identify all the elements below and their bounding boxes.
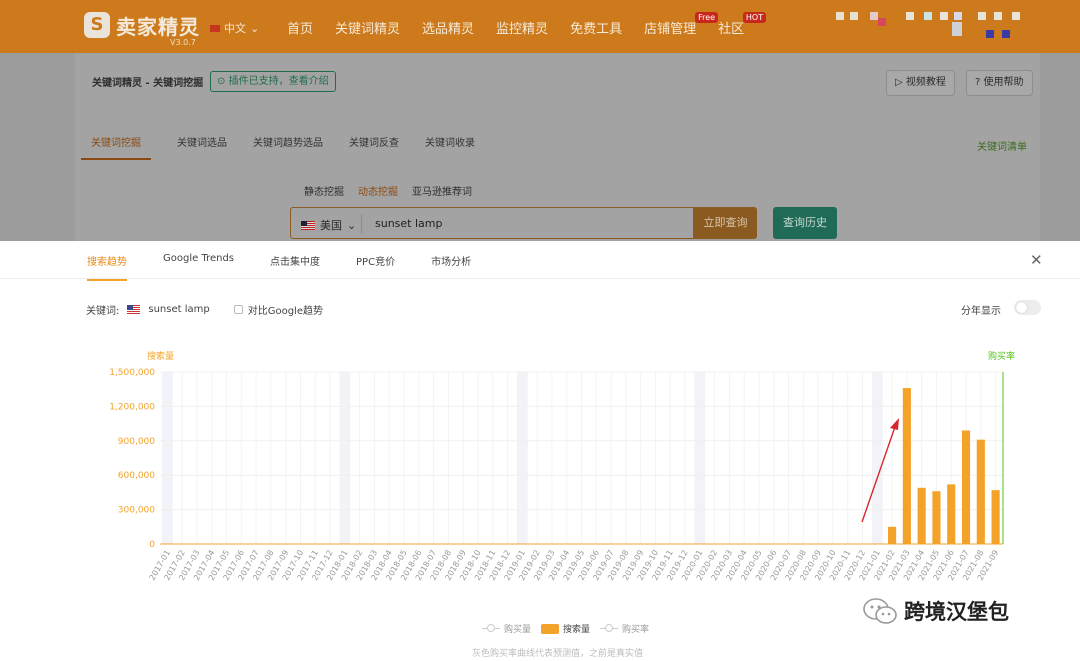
chart-legend: 购买量 搜索量 购买率 [482, 622, 659, 635]
y-tick-label: 600,000 [118, 471, 155, 481]
line-marker-icon [482, 624, 500, 632]
watermark-text: 跨境汉堡包 [904, 600, 1009, 624]
legend-purchase-rate[interactable]: 购买率 [600, 622, 649, 635]
search-volume-bar [947, 484, 956, 544]
watermark: 跨境汉堡包 [862, 596, 1009, 626]
legend-search-volume[interactable]: 搜索量 [541, 622, 590, 635]
line-marker-icon [600, 624, 619, 632]
bar-marker-icon [541, 623, 560, 634]
x-axis-ticks: 2017-012017-022017-032017-042017-052017-… [148, 548, 1001, 581]
search-volume-bar [991, 490, 1000, 544]
search-volume-bar [932, 491, 941, 544]
legend-label: 购买量 [504, 625, 532, 635]
y-tick-label: 0 [149, 540, 155, 550]
chart-footnote: 灰色购买率曲线代表预测值，之前是真实值 [472, 649, 644, 659]
search-volume-bars [888, 388, 1000, 544]
y-tick-label: 300,000 [118, 506, 155, 516]
y-tick-label: 1,500,000 [109, 368, 155, 378]
legend-purchase-volume[interactable]: 购买量 [482, 622, 531, 635]
arrow-head-icon [890, 418, 899, 430]
search-volume-bar [888, 526, 897, 544]
legend-label: 搜索量 [563, 625, 591, 635]
search-volume-bar [902, 388, 911, 544]
search-trend-chart: 0 300,000 600,000 900,000 1,200,000 1,500,000… [109, 350, 1015, 582]
search-volume-bar [976, 439, 985, 544]
y-tick-label: 900,000 [118, 437, 155, 447]
y2-axis-title: 购买率 [988, 350, 1015, 362]
legend-label: 购买率 [622, 625, 650, 635]
search-volume-bar [917, 487, 926, 544]
y-tick-label: 1,200,000 [109, 402, 155, 412]
y-axis-ticks: 0 300,000 600,000 900,000 1,200,000 1,500,000 [109, 368, 155, 550]
search-volume-bar [961, 430, 971, 544]
wechat-icon [862, 596, 898, 626]
y-axis-title: 搜索量 [147, 350, 174, 362]
